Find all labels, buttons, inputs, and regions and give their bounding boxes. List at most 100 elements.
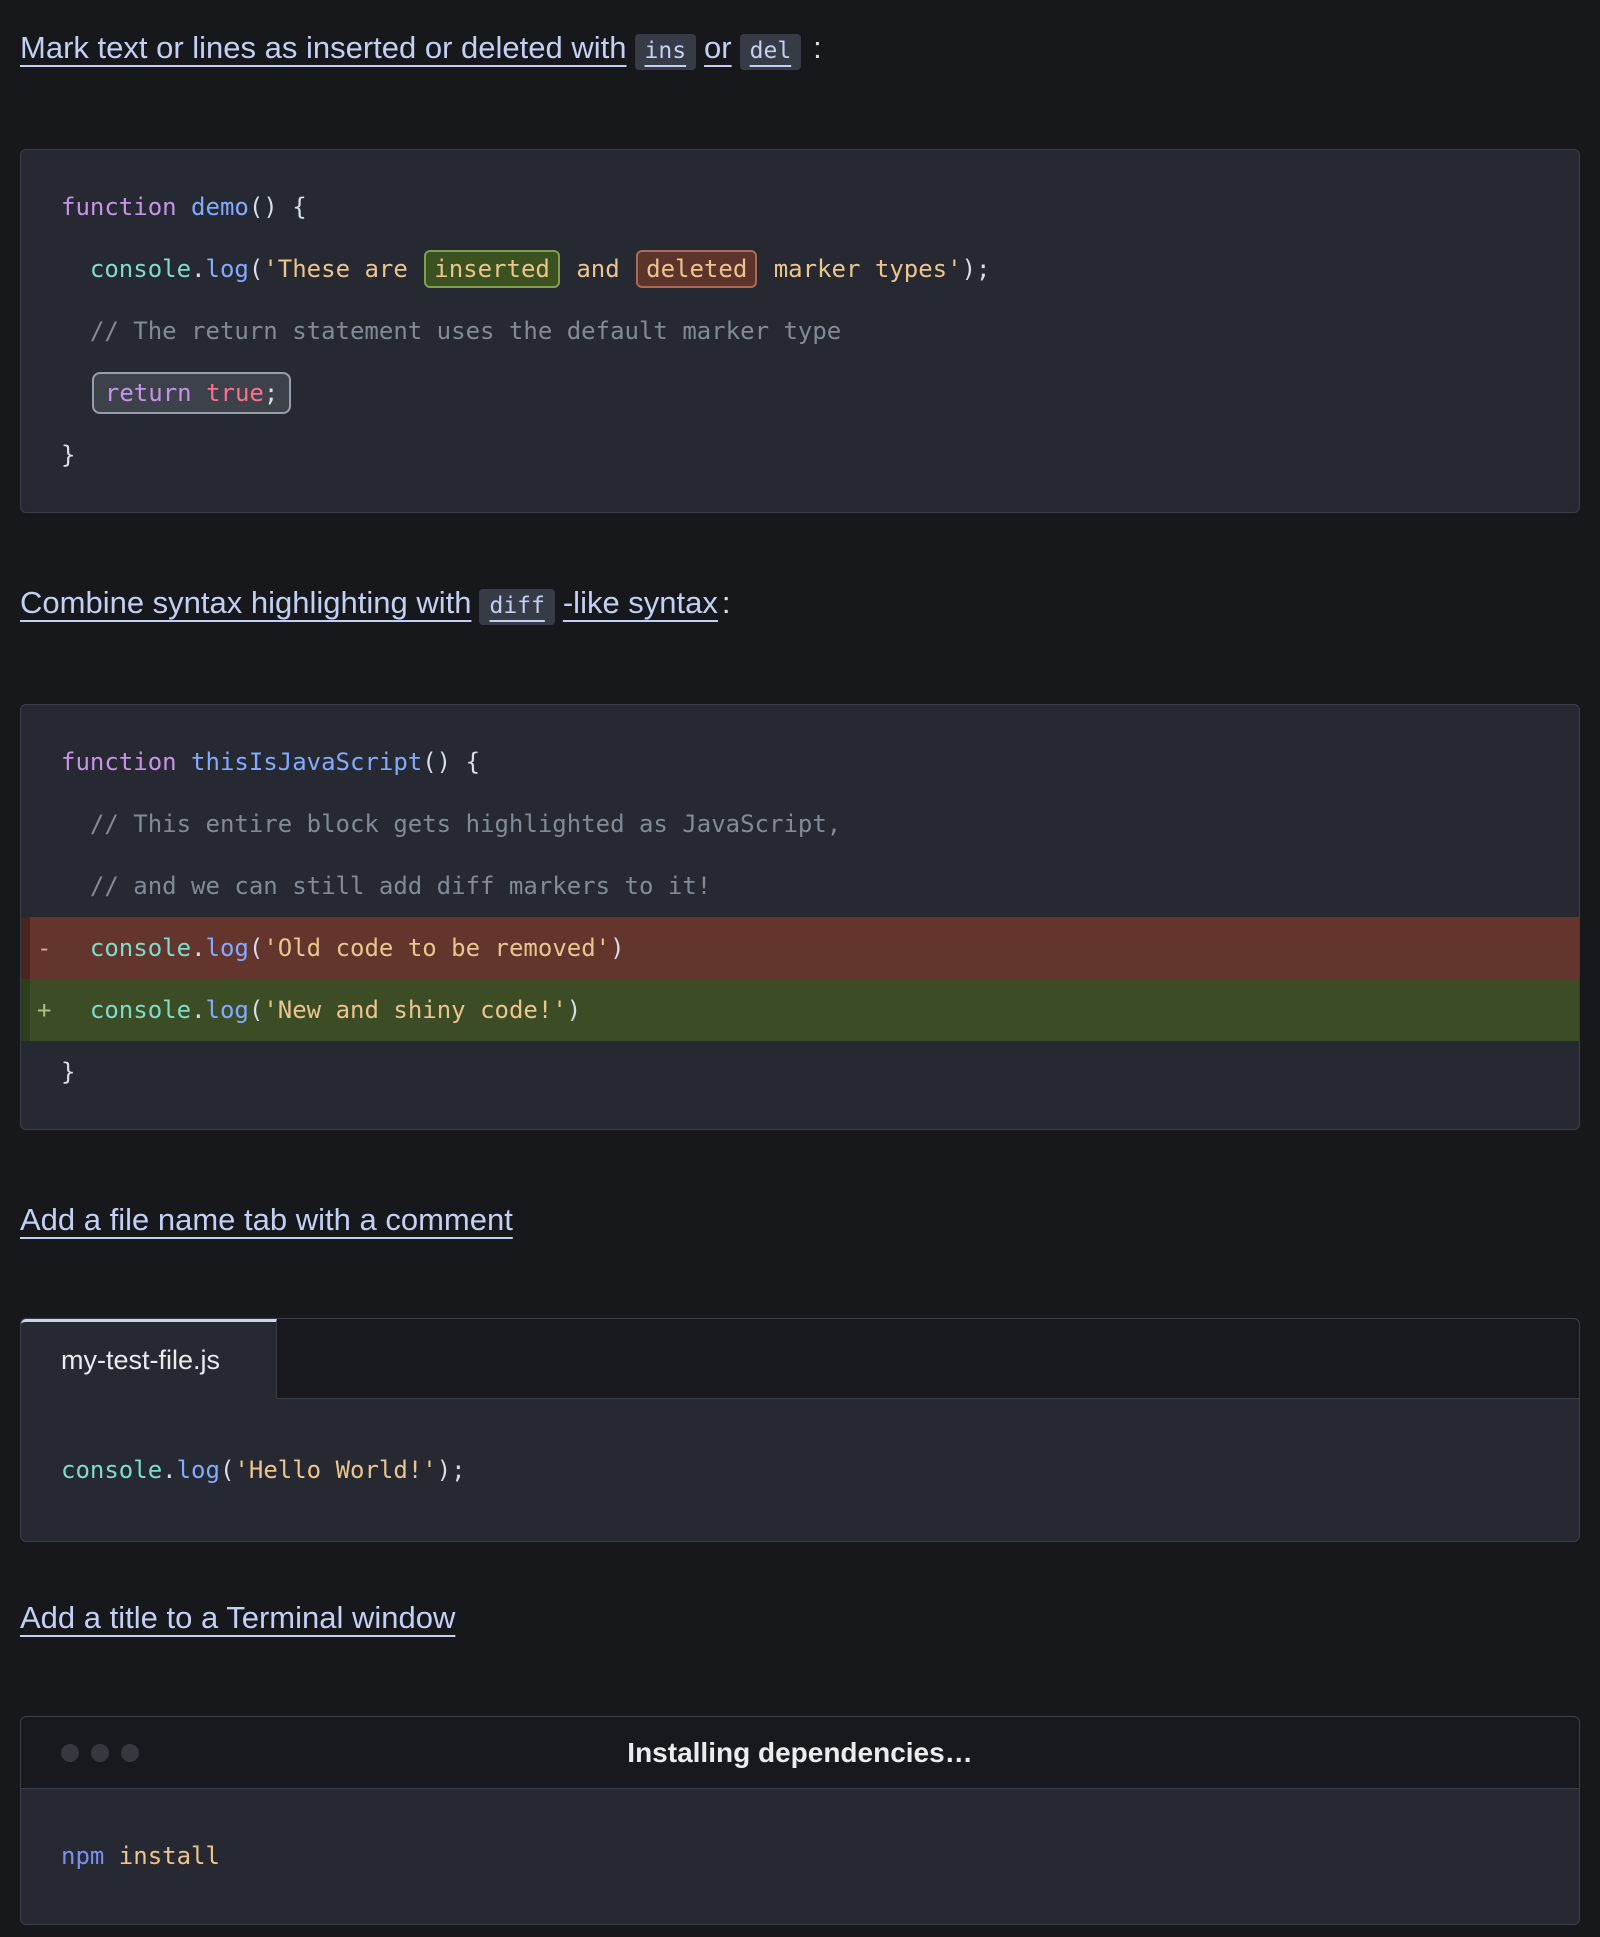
token-string: 'Old code to be removed'	[263, 934, 610, 962]
token-function: demo	[191, 193, 249, 221]
token-boolean: true	[206, 379, 264, 407]
code-line: console.log('Hello World!');	[61, 1439, 1539, 1501]
code-line: // The return statement uses the default…	[61, 300, 1539, 362]
heading-diff-link[interactable]: Combine syntax highlighting withdiff-lik…	[20, 585, 718, 620]
default-marker: return true;	[92, 372, 291, 414]
token-string: 'Hello World!'	[234, 1456, 436, 1484]
inline-code-chip: diff	[479, 589, 554, 625]
token-punct: () {	[422, 748, 480, 776]
heading-link-text: Add a file name tab with a comment	[20, 1202, 513, 1237]
inline-code-chip: ins	[635, 34, 697, 70]
token-punct	[61, 996, 90, 1024]
token-punct: .	[162, 1456, 176, 1484]
token-punct: );	[962, 255, 991, 283]
token-keyword: function	[61, 193, 191, 221]
code-line: function demo() {	[61, 176, 1539, 238]
code-content: npm install	[21, 1789, 1579, 1924]
token-string: 'New and shiny code!'	[263, 996, 566, 1024]
heading-link-text: -like syntax	[563, 585, 718, 620]
code-line: console.log('These are inserted and dele…	[61, 238, 1539, 300]
heading-diff: Combine syntax highlighting withdiff -lik…	[20, 583, 1580, 626]
heading-link-text: Combine syntax highlighting with	[20, 585, 471, 620]
token-punct: }	[61, 1058, 75, 1086]
file-tab[interactable]: my-test-file.js	[21, 1319, 277, 1399]
diff-sign: -	[37, 917, 51, 979]
diff-line-del: - console.log('Old code to be removed')	[21, 917, 1579, 979]
diff-sign: +	[37, 979, 51, 1041]
code-line: }	[61, 1041, 1539, 1103]
token-punct: .	[191, 996, 205, 1024]
token-string: and	[562, 255, 634, 283]
code-line: return true;	[61, 362, 1539, 424]
token-keyword: return	[105, 379, 206, 407]
token-string: install	[119, 1842, 220, 1870]
token-comment: // and we can still add diff markers to …	[61, 872, 711, 900]
file-tab-label: my-test-file.js	[61, 1345, 220, 1376]
token-object: console	[61, 1456, 162, 1484]
token-comment: // This entire block gets highlighted as…	[61, 810, 841, 838]
code-line: }	[61, 424, 1539, 486]
window-dot-icon	[91, 1744, 109, 1762]
token-punct: (	[249, 255, 263, 283]
inline-code-chip: del	[740, 34, 802, 70]
token-function: thisIsJavaScript	[191, 748, 422, 776]
code-block-diff: function thisIsJavaScript() { // This en…	[20, 704, 1580, 1130]
token-punct	[61, 379, 90, 407]
token-object: console	[90, 996, 191, 1024]
token-function: log	[206, 255, 249, 283]
code-line: // This entire block gets highlighted as…	[61, 793, 1539, 855]
token-string: 'These are	[263, 255, 422, 283]
token-string: deleted	[646, 255, 747, 283]
token-function: log	[206, 996, 249, 1024]
code-content: console.log('Hello World!');	[21, 1399, 1579, 1541]
heading-link-text: Add a title to a Terminal window	[20, 1600, 455, 1635]
token-punct: )	[567, 996, 581, 1024]
window-dot-icon	[121, 1744, 139, 1762]
token-command: npm	[61, 1842, 119, 1870]
token-function: log	[177, 1456, 220, 1484]
heading-ins-del: Mark text or lines as inserted or delete…	[20, 28, 1580, 71]
token-punct: (	[249, 934, 263, 962]
token-object: console	[90, 934, 191, 962]
terminal-header: Installing dependencies…	[21, 1717, 1579, 1789]
file-tab-bar: my-test-file.js	[21, 1319, 1579, 1399]
terminal-window-dots-icon	[61, 1744, 139, 1762]
code-line: function thisIsJavaScript() {	[61, 731, 1539, 793]
diff-line-ins: + console.log('New and shiny code!')	[21, 979, 1579, 1041]
token-punct: );	[437, 1456, 466, 1484]
terminal-title: Installing dependencies…	[627, 1737, 972, 1769]
heading-suffix: :	[813, 30, 822, 65]
code-block-file-tab: my-test-file.js console.log('Hello World…	[20, 1318, 1580, 1542]
token-object: console	[90, 255, 191, 283]
heading-suffix: :	[722, 585, 731, 620]
code-line: npm install	[61, 1825, 1539, 1887]
token-keyword: function	[61, 748, 191, 776]
code-content: function thisIsJavaScript() { // This en…	[21, 705, 1579, 1129]
terminal-window: Installing dependencies… npm install	[20, 1716, 1580, 1925]
ins-marker: inserted	[424, 250, 560, 288]
token-punct: ;	[264, 379, 278, 407]
token-string: marker types'	[759, 255, 961, 283]
heading-terminal: Add a title to a Terminal window	[20, 1598, 1580, 1638]
token-punct: () {	[249, 193, 307, 221]
heading-ins-del-link[interactable]: Mark text or lines as inserted or delete…	[20, 30, 809, 65]
window-dot-icon	[61, 1744, 79, 1762]
code-block-ins-del: function demo() { console.log('These are…	[20, 149, 1580, 513]
heading-file-tab-link[interactable]: Add a file name tab with a comment	[20, 1202, 513, 1237]
heading-link-text: Mark text or lines as inserted or delete…	[20, 30, 627, 65]
heading-link-text: or	[704, 30, 732, 65]
token-punct	[61, 255, 90, 283]
code-line: // and we can still add diff markers to …	[61, 855, 1539, 917]
token-punct: .	[191, 255, 205, 283]
del-marker: deleted	[636, 250, 757, 288]
token-punct: .	[191, 934, 205, 962]
code-content: function demo() { console.log('These are…	[21, 150, 1579, 512]
token-punct	[61, 934, 90, 962]
token-punct: (	[249, 996, 263, 1024]
token-punct: (	[220, 1456, 234, 1484]
token-function: log	[206, 934, 249, 962]
heading-file-tab: Add a file name tab with a comment	[20, 1200, 1580, 1240]
heading-terminal-link[interactable]: Add a title to a Terminal window	[20, 1600, 455, 1635]
token-punct: }	[61, 441, 75, 469]
token-string: inserted	[434, 255, 550, 283]
